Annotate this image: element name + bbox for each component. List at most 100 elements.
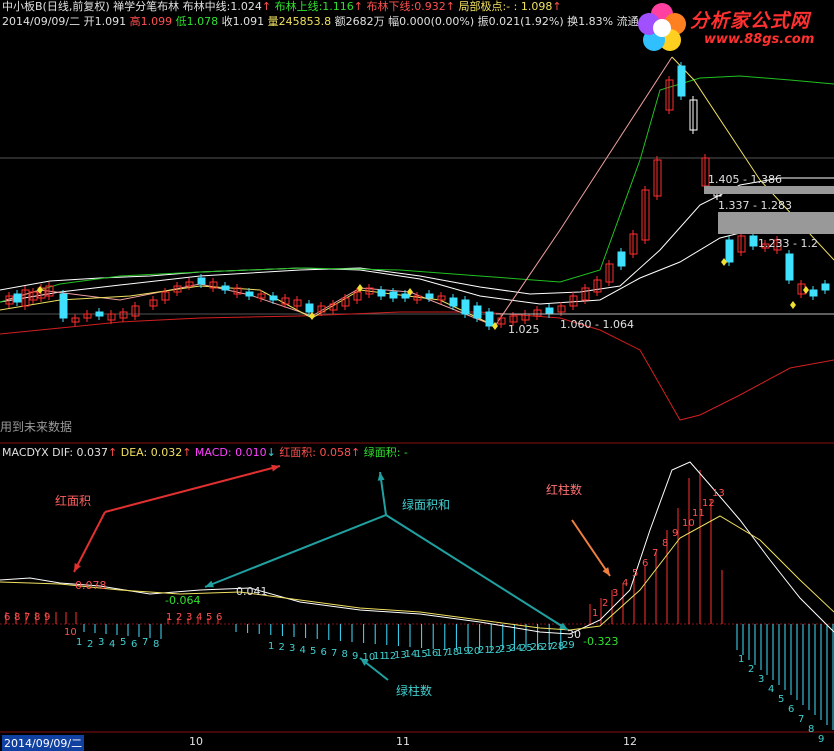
green-bar-count: 3 (289, 643, 296, 655)
candle-body (425, 293, 434, 299)
candle-body (13, 293, 22, 303)
candle-body (245, 291, 254, 297)
quote-high: 高1.099 (129, 15, 173, 28)
red-bar-count: 2 (176, 612, 183, 623)
green-bar-count: 3 (758, 674, 765, 685)
callout-red-count: 红柱数 (546, 483, 583, 497)
red-bar-count: 9 (672, 528, 679, 539)
x-axis-current-date: 2014/09/09/二 (2, 735, 85, 751)
red-bar-count: 2 (602, 598, 609, 609)
candle-body (401, 293, 410, 299)
red-bar-count: 6 (642, 558, 649, 569)
red-bar-count: 8 (662, 538, 669, 549)
security-name: 中小板B(日线,前复权) (2, 0, 110, 13)
red-bar-count: 7 (652, 548, 659, 559)
red-bar-count: 4 (622, 578, 629, 589)
green-bar-count: 1 (268, 641, 275, 652)
red-bar-count: 1 (592, 608, 599, 619)
x-axis-tick-10: 10 (189, 735, 203, 748)
green-bar-count: 5 (778, 694, 785, 705)
candle-body (305, 303, 314, 313)
green-bar-count: 3 (98, 637, 105, 648)
x-axis-tick-11: 11 (396, 735, 410, 748)
candle-body (59, 293, 68, 319)
green-bar-count: 1 (76, 637, 83, 648)
logo-url[interactable]: www.88gs.com (704, 32, 814, 47)
candle-body (95, 311, 104, 317)
range-box (718, 212, 834, 234)
macd-count-label: 30 (567, 628, 581, 641)
candle-body (449, 297, 458, 307)
lower-band-value: 0.932 (414, 0, 446, 13)
green-bar-count: 7 (331, 648, 338, 660)
green-bar-count: 7 (798, 714, 805, 725)
quote-turnover: 换1.83% 流通 (567, 15, 639, 28)
quote-open: 开1.091 (83, 15, 127, 28)
callout-red-area: 红面积 (55, 494, 92, 508)
logo-title: 分析家公式网 (690, 10, 811, 32)
candle-body (269, 295, 278, 301)
indicator-name: 禅学分笔布林 (113, 0, 180, 13)
red-bar-count: 5 (632, 568, 639, 579)
green-bar-count: 2 (278, 642, 285, 654)
green-bar-count: 9 (352, 650, 359, 662)
green-bar-count: 4 (299, 644, 306, 656)
green-bar-count: 7 (142, 637, 149, 648)
quote-line: 2014/09/09/二 开1.091 高1.099 低1.078 收1.091… (2, 15, 639, 29)
red-bar-count: 7 (24, 612, 31, 623)
future-data-note: 用到未来数据 (0, 420, 73, 434)
candle-body (389, 291, 398, 299)
macd-value: MACD: 0.010 (194, 446, 267, 459)
green-bar-count: 6 (788, 704, 795, 715)
local-extreme-label: 局部极点: (458, 0, 507, 13)
upper-band-value: 1.116 (322, 0, 354, 13)
macd-dif: DIF: 0.037 (52, 446, 109, 459)
range-label-1: 1.060 - 1.064 (560, 318, 634, 331)
red-bar-count: 3 (186, 612, 193, 623)
candle-body (377, 289, 386, 297)
quote-low: 低1.078 (175, 15, 219, 28)
range-box (704, 186, 834, 194)
macd-red-area: 红面积: 0.058 (279, 446, 352, 459)
callout-green-count: 绿柱数 (396, 684, 433, 698)
candle-body (485, 311, 494, 327)
macd-value-label-3: 0.041 (236, 585, 268, 598)
quote-amplitude: 振0.021(1.92%) (477, 15, 564, 28)
candle-body (221, 285, 230, 291)
candle-body (821, 283, 830, 291)
macd-value-label-1: 0.078 (75, 579, 107, 592)
candle-body (545, 307, 554, 315)
red-bar-count: 6 (4, 612, 11, 623)
green-bar-count: 2 (748, 664, 755, 675)
red-bar-count: 3 (612, 588, 619, 599)
macd-value-label-2: -0.064 (165, 594, 201, 607)
quote-volume: 量245853.8 (267, 15, 332, 28)
red-bar-count: 10 (64, 627, 77, 638)
green-bar-count: 8 (153, 639, 160, 650)
flower-logo-icon (638, 3, 686, 51)
candle-body (749, 235, 758, 247)
candle-body (677, 65, 686, 97)
green-bar-count: 29 (562, 640, 575, 652)
local-extreme-value: - : 1.098 (506, 0, 553, 13)
green-bar-count: 9 (818, 734, 825, 745)
green-bar-count: 5 (310, 645, 317, 657)
quote-amount: 额2682万 (334, 15, 385, 28)
red-bar-count: 8 (34, 612, 41, 623)
green-bar-count: 2 (87, 639, 94, 650)
quote-change: 幅0.000(0.00%) (388, 15, 475, 28)
mid-band-label: 布林中线: (182, 0, 231, 13)
red-bar-count: 10 (682, 518, 695, 529)
callout-green-sum: 绿面积和 (402, 498, 451, 512)
candle-body (809, 289, 818, 297)
range-label-4: 1.233 - 1.2 (758, 237, 818, 250)
macd-green-area: 绿面积: - (363, 446, 408, 459)
candle-body (473, 305, 482, 319)
lower-band-label: 布林下线: (366, 0, 415, 13)
x-axis-tick-12: 12 (623, 735, 637, 748)
green-bar-count: 6 (131, 639, 138, 650)
site-logo: 分析家公式网 www.88gs.com (632, 0, 834, 56)
mid-band-value: 1.024 (230, 0, 262, 13)
green-bar-count: 4 (768, 684, 775, 695)
red-bar-count: 9 (44, 612, 51, 623)
